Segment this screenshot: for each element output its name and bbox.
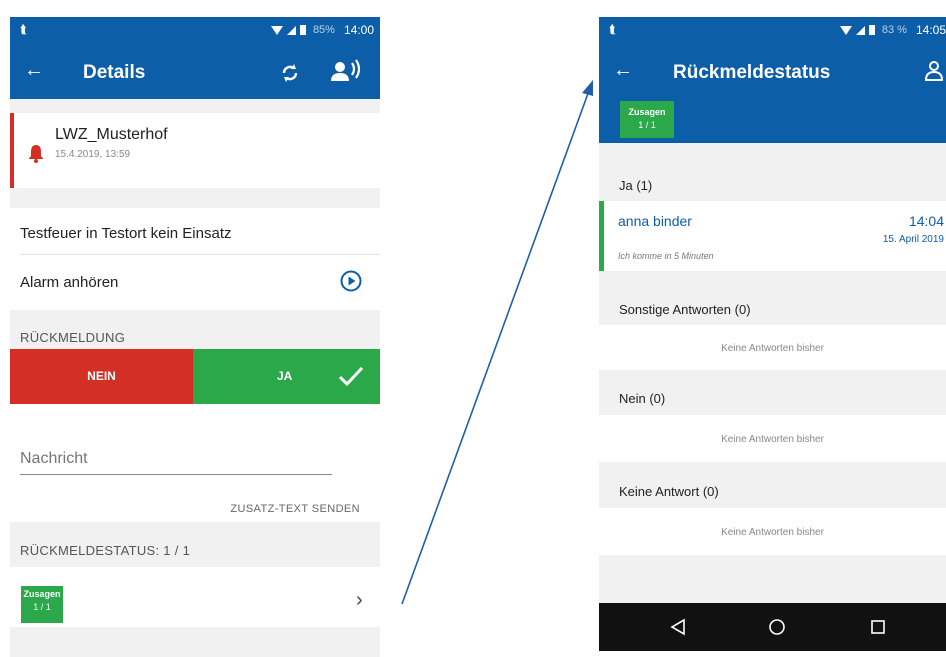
battery-icon [868, 25, 875, 35]
app-bar: ← Rückmeldestatus Zusagen 1 / 1 [599, 43, 946, 143]
battery-percent: 83 % [881, 24, 907, 36]
section-yes-header: Ja (1) [619, 178, 653, 193]
empty-text: Keine Antworten bisher [721, 527, 824, 538]
section-other-header: Sonstige Antworten (0) [619, 302, 751, 317]
notification-icon: ⮬ [609, 22, 617, 36]
feedback-status-screen: ⮬ 83 % 14:05 ← Rückmeldestatus Zusagen 1… [599, 17, 946, 651]
signal-icon [855, 25, 865, 35]
response-date: 15. April 2019 [882, 234, 944, 245]
person-icon[interactable] [924, 60, 944, 82]
back-arrow-icon[interactable]: ← [613, 58, 633, 82]
response-note: Ich komme in 5 Minuten [618, 251, 714, 261]
page-title: Rückmeldestatus [673, 62, 831, 83]
section-no-answer-header: Keine Antwort (0) [619, 484, 719, 499]
accepted-badge[interactable]: Zusagen 1 / 1 [620, 101, 674, 138]
no-answer-empty-row: Keine Antworten bisher [599, 508, 946, 555]
nav-recents-icon[interactable] [869, 618, 887, 636]
clock: 14:05 [915, 23, 946, 37]
empty-text: Keine Antworten bisher [721, 434, 824, 445]
response-entry[interactable]: anna binder 14:04 15. April 2019 Ich kom… [599, 201, 946, 271]
responder-name: anna binder [618, 213, 692, 229]
status-bar: ⮬ 83 % 14:05 [599, 17, 946, 43]
wifi-icon [839, 25, 852, 35]
response-time: 14:04 [908, 213, 944, 229]
navigation-bar [599, 603, 946, 651]
nav-back-icon[interactable] [669, 618, 687, 636]
no-empty-row: Keine Antworten bisher [599, 415, 946, 462]
accepted-indicator-bar [599, 201, 604, 271]
nav-home-icon[interactable] [768, 618, 786, 636]
section-no-header: Nein (0) [619, 391, 666, 406]
badge-count: 1 / 1 [638, 120, 656, 130]
empty-text: Keine Antworten bisher [721, 343, 824, 354]
badge-label: Zusagen [628, 107, 666, 117]
other-empty-row: Keine Antworten bisher [599, 325, 946, 370]
